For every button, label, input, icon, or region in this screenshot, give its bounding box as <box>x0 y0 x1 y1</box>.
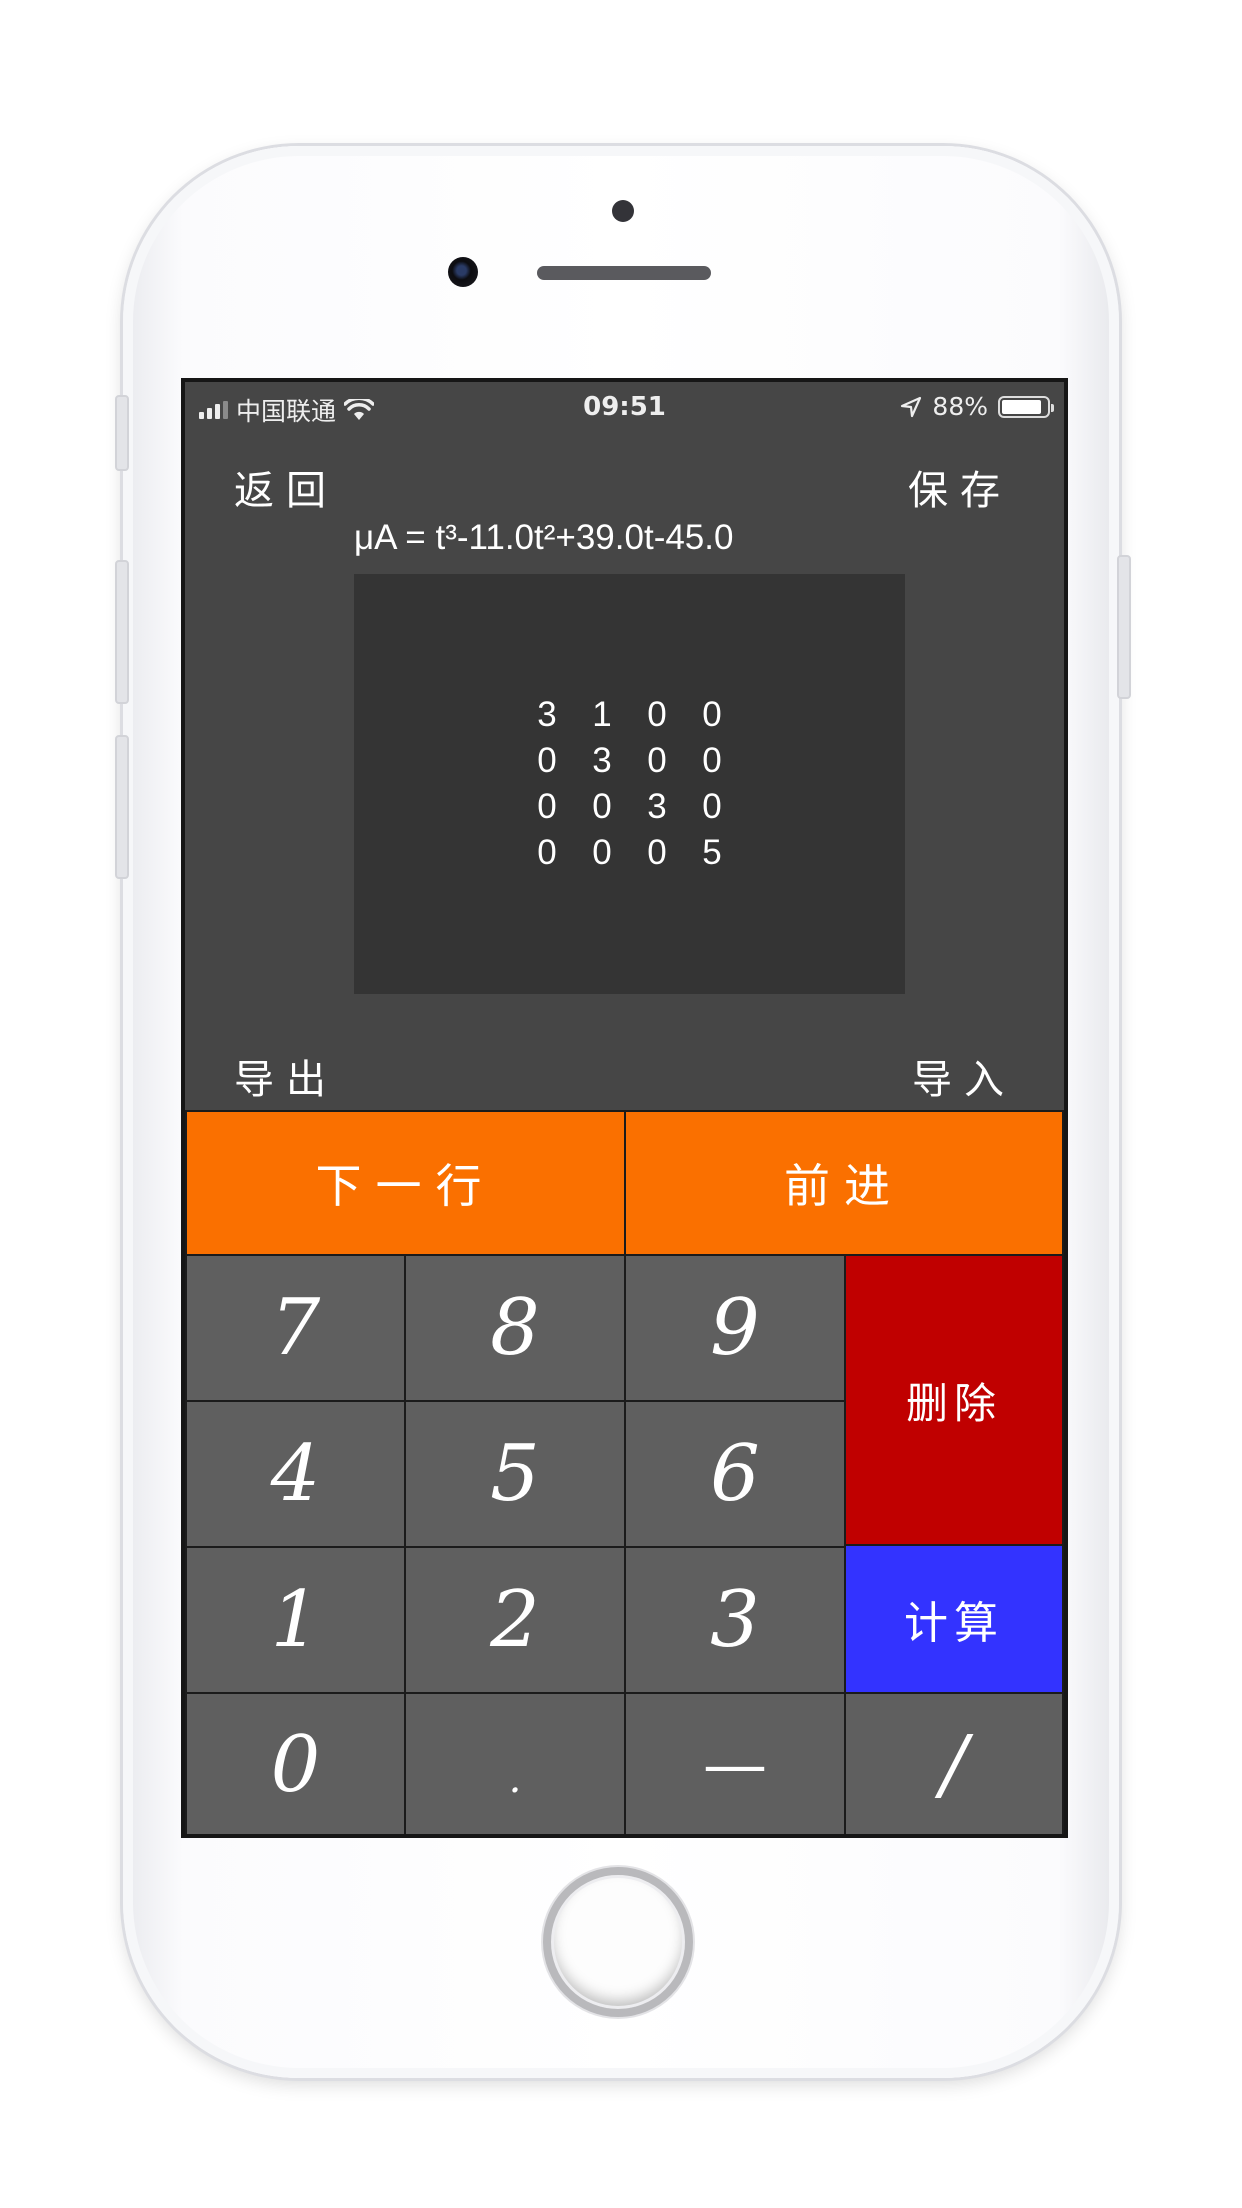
key-7[interactable]: 7 <box>185 1254 406 1402</box>
matrix-cell: 0 <box>647 833 667 872</box>
key-slash[interactable]: / <box>844 1692 1064 1834</box>
save-button[interactable]: 保存 <box>908 458 1012 516</box>
forward-button[interactable]: 前进 <box>624 1110 1064 1256</box>
delete-button[interactable]: 删除 <box>844 1254 1064 1546</box>
key-3[interactable]: 3 <box>624 1546 846 1694</box>
calculate-button[interactable]: 计算 <box>844 1544 1064 1694</box>
matrix-cell: 3 <box>592 741 612 780</box>
matrix-cell: 0 <box>537 833 557 872</box>
matrix-cell: 3 <box>647 787 667 826</box>
export-button[interactable]: 导出 <box>234 1047 338 1105</box>
matrix-cell: 0 <box>537 787 557 826</box>
matrix-cell: 1 <box>592 695 612 734</box>
key-minus[interactable]: — <box>624 1692 846 1834</box>
power-button <box>1117 555 1131 699</box>
key-8[interactable]: 8 <box>404 1254 626 1402</box>
matrix-cell: 0 <box>702 787 722 826</box>
key-dot[interactable]: . <box>404 1692 626 1834</box>
volume-up-button <box>115 560 129 704</box>
matrix-cell: 0 <box>702 741 722 780</box>
matrix-cell: 0 <box>647 741 667 780</box>
next-row-button[interactable]: 下一行 <box>185 1110 626 1256</box>
key-1[interactable]: 1 <box>185 1546 406 1694</box>
key-0[interactable]: 0 <box>185 1692 406 1834</box>
earpiece-speaker <box>537 266 711 280</box>
matrix-cell: 0 <box>537 741 557 780</box>
matrix-cell: 0 <box>592 833 612 872</box>
matrix-grid: 3 1 0 0 0 3 0 0 0 0 3 0 0 0 0 5 <box>520 695 740 873</box>
location-arrow-icon <box>901 396 922 417</box>
volume-down-button <box>115 735 129 879</box>
status-bar: 中国联通 09:51 88% <box>185 382 1064 432</box>
battery-percent: 88% <box>932 392 988 421</box>
import-button[interactable]: 导入 <box>912 1047 1016 1105</box>
matrix-cell: 0 <box>592 787 612 826</box>
matrix-display: 3 1 0 0 0 3 0 0 0 0 3 0 0 0 0 5 <box>354 574 905 994</box>
back-button[interactable]: 返回 <box>234 458 338 516</box>
home-button[interactable] <box>543 1867 693 2017</box>
key-5[interactable]: 5 <box>404 1400 626 1548</box>
key-9[interactable]: 9 <box>624 1254 846 1402</box>
keypad: 下一行 前进 7 8 9 删除 4 5 6 1 2 3 计算 0 . — / <box>185 1110 1064 1834</box>
battery-icon <box>998 395 1054 418</box>
front-camera <box>448 257 478 287</box>
matrix-cell: 5 <box>702 833 722 872</box>
key-6[interactable]: 6 <box>624 1400 846 1548</box>
status-right: 88% <box>900 392 1054 421</box>
matrix-cell: 0 <box>702 695 722 734</box>
mute-switch <box>115 395 129 471</box>
characteristic-polynomial: μA = t³-11.0t²+39.0t-45.0 <box>354 518 734 557</box>
matrix-cell: 0 <box>647 695 667 734</box>
proximity-sensor <box>612 200 634 222</box>
screen: 中国联通 09:51 88% 返回 保存 μA = t³-11.0t²+39.0… <box>181 378 1068 1838</box>
matrix-cell: 3 <box>537 695 557 734</box>
key-2[interactable]: 2 <box>404 1546 626 1694</box>
key-4[interactable]: 4 <box>185 1400 406 1548</box>
